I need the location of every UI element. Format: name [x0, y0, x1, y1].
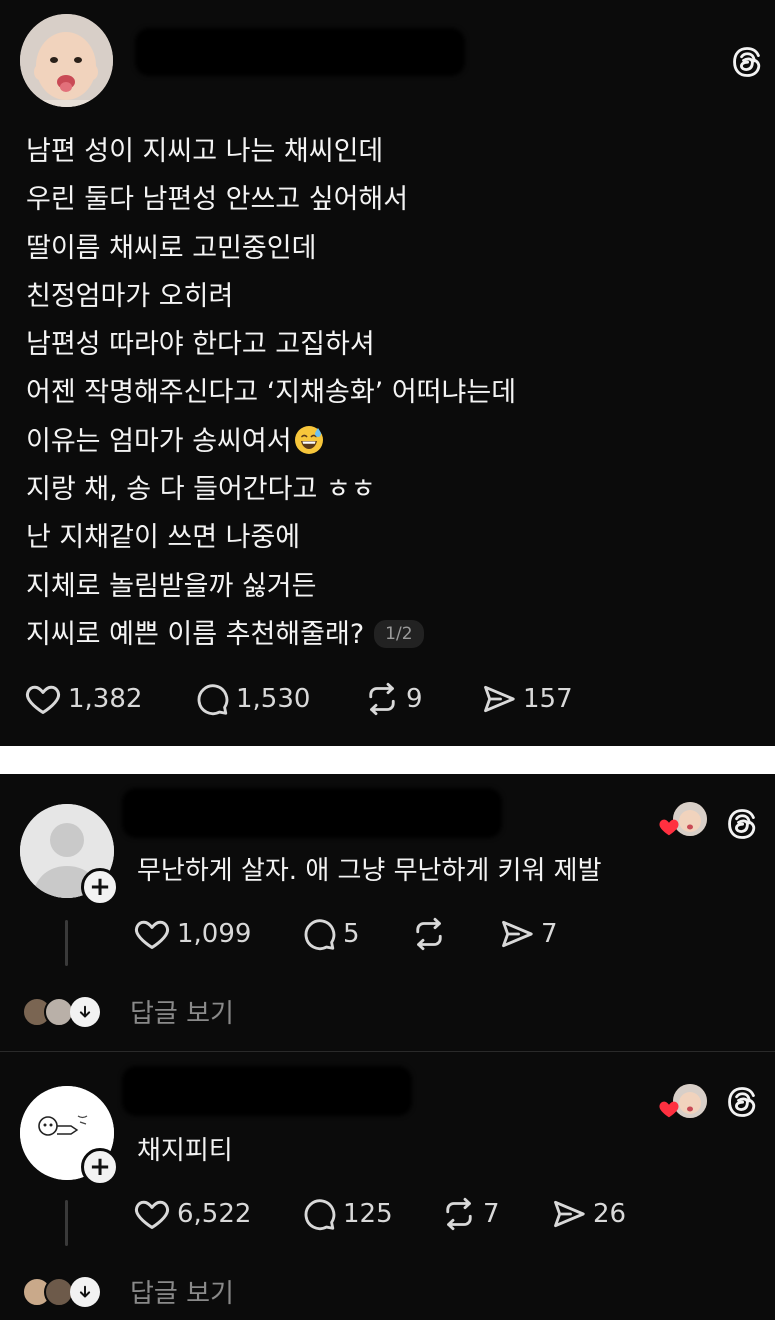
post-line: 남편성 따라야 한다고 고집하셔: [26, 329, 375, 361]
like-button[interactable]: 1,382: [24, 680, 194, 718]
share-button[interactable]: 7: [499, 916, 558, 952]
repost-button[interactable]: [411, 916, 499, 952]
post-line: 딸이름 채씨로 고민중인데: [26, 232, 317, 264]
share-button[interactable]: 26: [551, 1196, 626, 1232]
comment-text: 무난하게 살자. 애 그냥 무난하게 키워 제발: [137, 856, 602, 886]
repost-count: 9: [406, 684, 423, 714]
redacted-username: [122, 788, 502, 838]
post-line-text: 지씨로 예쁜 이름 추천해줄래?: [26, 618, 365, 650]
share-count: 26: [593, 1199, 627, 1229]
repost-button[interactable]: 9: [364, 681, 481, 717]
comment-actions: 6,522 125 7 26: [133, 1195, 626, 1233]
post-card: 남편 성이 지씨고 나는 채씨인데 우린 둘다 남편성 안쓰고 싶어해서 딸이름…: [0, 0, 775, 746]
post-actions: 1,382 1,530 9 157: [24, 680, 573, 718]
redacted-username: [122, 1066, 412, 1116]
liked-heart-icon: [659, 819, 679, 836]
like-count: 1,382: [68, 684, 143, 714]
view-replies-link[interactable]: 답글 보기: [130, 993, 234, 1030]
redacted-username: [135, 28, 465, 76]
threads-logo-icon[interactable]: [729, 44, 765, 80]
like-count: 1,099: [177, 919, 252, 949]
share-icon: [499, 916, 535, 952]
follow-plus-button[interactable]: +: [81, 1148, 119, 1186]
post-line: 어젠 작명해주신다고 ‘지채송화’ 어떠냐는데: [26, 377, 517, 409]
comment-button[interactable]: 5: [301, 916, 411, 952]
comments-section: + 무난하게 살자. 애 그냥 무난하게 키워 제발 1,099 5 7 답글 …: [0, 774, 775, 1320]
comment-button[interactable]: 125: [301, 1196, 441, 1232]
arrow-down-icon: [70, 996, 100, 1027]
heart-icon: [133, 915, 171, 953]
view-replies-link[interactable]: 답글 보기: [130, 1273, 234, 1310]
post-line: 이유는 엄마가 송씨여서: [26, 418, 726, 466]
share-count: 7: [541, 919, 558, 949]
arrow-down-icon: [70, 1276, 100, 1307]
comment-count: 125: [343, 1199, 393, 1229]
share-icon: [481, 681, 517, 717]
post-line: 지씨로 예쁜 이름 추천해줄래? 1/2: [26, 611, 726, 659]
heart-icon: [24, 680, 62, 718]
post-line: 지랑 채, 송 다 들어간다고 ㅎㅎ: [26, 474, 376, 506]
like-button[interactable]: 6,522: [133, 1195, 301, 1233]
comment-icon: [301, 1196, 337, 1232]
share-count: 157: [523, 684, 573, 714]
comment-icon: [194, 681, 230, 717]
repost-icon: [364, 681, 400, 717]
repost-icon: [411, 916, 447, 952]
post-text: 남편 성이 지씨고 나는 채씨인데 우린 둘다 남편성 안쓰고 싶어해서 딸이름…: [26, 128, 726, 659]
comment-count: 5: [343, 919, 360, 949]
comment-icon: [301, 916, 337, 952]
repost-count: 7: [483, 1199, 500, 1229]
share-button[interactable]: 157: [481, 681, 573, 717]
repost-button[interactable]: 7: [441, 1196, 551, 1232]
view-replies-row[interactable]: 답글 보기: [22, 993, 234, 1030]
thread-line: [65, 1200, 68, 1246]
threads-logo-icon[interactable]: [724, 806, 760, 842]
page-indicator: 1/2: [374, 619, 424, 648]
author-avatar[interactable]: [20, 14, 113, 107]
follow-plus-button[interactable]: +: [81, 868, 119, 906]
repost-icon: [441, 1196, 477, 1232]
thread-line: [65, 920, 68, 966]
like-count: 6,522: [177, 1199, 252, 1229]
view-replies-row[interactable]: 답글 보기: [22, 1273, 234, 1310]
comment-count: 1,530: [236, 684, 311, 714]
comment-text: 채지피티: [137, 1136, 233, 1166]
heart-icon: [133, 1195, 171, 1233]
threads-logo-icon[interactable]: [724, 1084, 760, 1120]
grinning-sweat-emoji-icon: [294, 425, 323, 454]
post-line-text: 이유는 엄마가 송씨여서: [26, 425, 292, 457]
like-button[interactable]: 1,099: [133, 915, 301, 953]
comment-divider: [0, 1051, 775, 1052]
post-line: 우린 둘다 남편성 안쓰고 싶어해서: [26, 184, 409, 216]
comment-button[interactable]: 1,530: [194, 681, 364, 717]
baby-photo-icon: [20, 14, 113, 107]
liked-heart-icon: [659, 1101, 679, 1118]
post-line: 지체로 놀림받을까 싫거든: [26, 570, 317, 602]
comment-actions: 1,099 5 7: [133, 915, 558, 953]
post-line: 친정엄마가 오히려: [26, 280, 234, 312]
post-line: 남편 성이 지씨고 나는 채씨인데: [26, 136, 384, 167]
post-line: 난 지채같이 쓰면 나중에: [26, 522, 301, 554]
share-icon: [551, 1196, 587, 1232]
